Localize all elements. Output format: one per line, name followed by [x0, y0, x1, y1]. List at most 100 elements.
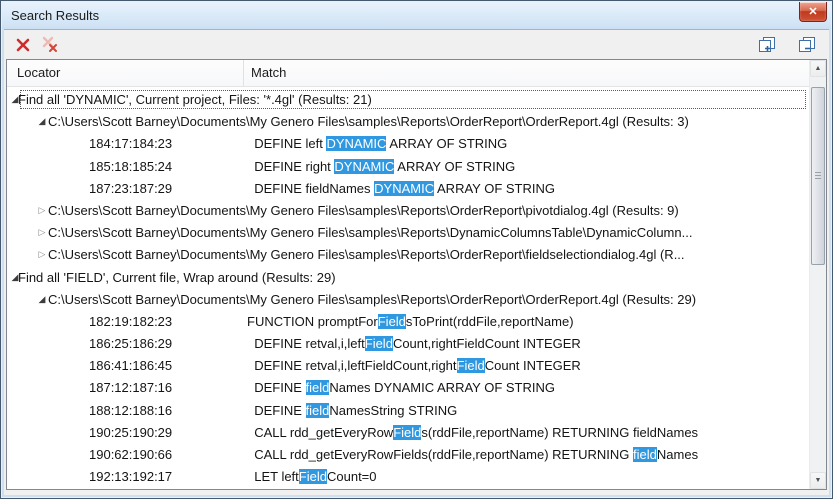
match-text: CALL rdd_getEveryRowFields(rddFile,repor…: [247, 422, 698, 444]
collapse-all-icon: [798, 36, 817, 54]
match-segment: Count=0: [327, 469, 377, 484]
vertical-scrollbar[interactable]: ▲ ▼: [809, 60, 826, 489]
match-segment: CALL rdd_getEveryRow: [247, 425, 393, 440]
collapse-toggle-icon[interactable]: ◢: [36, 289, 48, 311]
result-locator: 186:25:186:29: [89, 333, 172, 355]
expand-toggle-icon[interactable]: ▷: [36, 200, 48, 222]
result-locator: 185:18:185:24: [89, 156, 172, 178]
titlebar[interactable]: Search Results ✕: [2, 2, 831, 29]
scrollbar-track[interactable]: [810, 77, 826, 472]
search-query-label: Find all 'FIELD', Current file, Wrap aro…: [18, 267, 336, 289]
match-row[interactable]: 187:12:187:16 DEFINE fieldNames DYNAMIC …: [7, 377, 809, 399]
match-row[interactable]: 190:62:190:66 CALL rdd_getEveryRowFields…: [7, 444, 809, 466]
match-segment: DEFINE retval,i,left: [247, 336, 365, 351]
scroll-down-arrow-icon: ▼: [815, 477, 822, 484]
match-segment: DEFINE: [247, 403, 306, 418]
match-row[interactable]: 186:41:186:45 DEFINE retval,i,leftFieldC…: [7, 355, 809, 377]
scroll-down-button[interactable]: ▼: [810, 472, 826, 489]
match-highlight: Field: [365, 336, 393, 351]
match-row[interactable]: 182:19:182:23FUNCTION promptForFieldsToP…: [7, 311, 809, 333]
file-path-label: C:\Users\Scott Barney\Documents\My Gener…: [48, 289, 696, 311]
match-row[interactable]: 188:12:188:16 DEFINE fieldNamesString ST…: [7, 400, 809, 422]
match-segment: LET left: [247, 469, 299, 484]
results-tree: ◢Find all 'DYNAMIC', Current project, Fi…: [7, 87, 809, 489]
match-text: FUNCTION promptForFieldsToPrint(rddFile,…: [247, 311, 574, 333]
close-icon: ✕: [808, 5, 817, 18]
red-x-all-icon: [41, 36, 59, 54]
match-text: DEFINE fieldNamesString STRING: [247, 400, 457, 422]
file-path-label: C:\Users\Scott Barney\Documents\My Gener…: [48, 222, 692, 244]
match-row[interactable]: 186:25:186:29 DEFINE retval,i,leftFieldC…: [7, 333, 809, 355]
remove-all-searches-button[interactable]: [38, 33, 62, 57]
match-text: DEFINE left DYNAMIC ARRAY OF STRING: [247, 133, 507, 155]
toolbar: [4, 30, 829, 59]
match-segment: DEFINE left: [247, 136, 326, 151]
scrollbar-thumb[interactable]: [811, 87, 825, 265]
match-row[interactable]: 185:18:185:24 DEFINE right DYNAMIC ARRAY…: [7, 156, 809, 178]
close-button[interactable]: ✕: [799, 2, 827, 22]
match-highlight: field: [633, 447, 657, 462]
result-locator: 186:41:186:45: [89, 355, 172, 377]
result-locator: 192:13:192:17: [89, 466, 172, 488]
result-locator: 187:23:187:29: [89, 178, 172, 200]
match-highlight: DYNAMIC: [374, 181, 434, 196]
match-row[interactable]: 192:13:192:17 LET leftFieldCount=0: [7, 466, 809, 488]
match-row[interactable]: 190:25:190:29 CALL rdd_getEveryRowFields…: [7, 422, 809, 444]
column-header-row: Locator Match: [7, 60, 809, 87]
collapse-all-button[interactable]: [795, 33, 819, 57]
match-row[interactable]: 184:17:184:23 DEFINE left DYNAMIC ARRAY …: [7, 133, 809, 155]
match-highlight: field: [306, 380, 330, 395]
expand-all-button[interactable]: [755, 33, 779, 57]
match-row[interactable]: LET rightFieldCount=0: [7, 488, 809, 489]
file-row[interactable]: ▷C:\Users\Scott Barney\Documents\My Gene…: [7, 200, 809, 222]
match-highlight: Field: [393, 425, 421, 440]
file-row[interactable]: ◢C:\Users\Scott Barney\Documents\My Gene…: [7, 289, 809, 311]
match-highlight: Field: [457, 358, 485, 373]
match-highlight: field: [306, 403, 330, 418]
scroll-up-button[interactable]: ▲: [810, 60, 826, 77]
window-body: Locator Match ◢Find all 'DYNAMIC', Curre…: [4, 29, 829, 495]
result-locator: 184:17:184:23: [89, 133, 172, 155]
scroll-up-arrow-icon: ▲: [815, 65, 822, 72]
match-segment: Count,rightFieldCount INTEGER: [393, 336, 581, 351]
file-row[interactable]: ▷C:\Users\Scott Barney\Documents\My Gene…: [7, 244, 809, 266]
search-row[interactable]: ◢Find all 'FIELD', Current file, Wrap ar…: [7, 267, 809, 289]
file-path-label: C:\Users\Scott Barney\Documents\My Gener…: [48, 111, 689, 133]
expand-all-icon: [758, 36, 777, 54]
file-path-label: C:\Users\Scott Barney\Documents\My Gener…: [48, 244, 685, 266]
match-segment: DEFINE: [247, 380, 306, 395]
match-segment: s(rddFile,reportName) RETURNING fieldNam…: [421, 425, 698, 440]
file-row[interactable]: ◢C:\Users\Scott Barney\Documents\My Gene…: [7, 111, 809, 133]
match-segment: Names DYNAMIC ARRAY OF STRING: [329, 380, 555, 395]
column-header-locator[interactable]: Locator: [17, 60, 60, 86]
expand-toggle-icon[interactable]: ▷: [36, 244, 48, 266]
match-highlight: DYNAMIC: [326, 136, 386, 151]
result-locator: 190:25:190:29: [89, 422, 172, 444]
results-frame: Locator Match ◢Find all 'DYNAMIC', Curre…: [6, 59, 827, 490]
file-row[interactable]: ▷C:\Users\Scott Barney\Documents\My Gene…: [7, 222, 809, 244]
match-text: LET leftFieldCount=0: [247, 466, 377, 488]
collapse-toggle-icon[interactable]: ◢: [36, 111, 48, 133]
match-highlight: Field: [378, 314, 406, 329]
match-segment: ARRAY OF STRING: [434, 181, 555, 196]
match-segment: CALL rdd_getEveryRowFields(rddFile,repor…: [247, 447, 633, 462]
toolbar-right-group: [752, 33, 819, 57]
result-locator: 188:12:188:16: [89, 400, 172, 422]
column-divider[interactable]: [243, 60, 244, 86]
red-x-icon: [15, 37, 31, 53]
file-path-label: C:\Users\Scott Barney\Documents\My Gener…: [48, 200, 679, 222]
column-header-match[interactable]: Match: [251, 60, 286, 86]
match-segment: Names: [657, 447, 698, 462]
expand-toggle-icon[interactable]: ▷: [36, 222, 48, 244]
search-query-label: Find all 'DYNAMIC', Current project, Fil…: [18, 89, 372, 111]
match-segment: DEFINE retval,i,leftFieldCount,right: [247, 358, 457, 373]
match-text: LET rightFieldCount=0: [247, 488, 384, 489]
match-segment: sToPrint(rddFile,reportName): [406, 314, 574, 329]
search-row[interactable]: ◢Find all 'DYNAMIC', Current project, Fi…: [7, 89, 809, 111]
match-highlight: DYNAMIC: [334, 159, 394, 174]
remove-search-button[interactable]: [11, 33, 35, 57]
match-row[interactable]: 187:23:187:29 DEFINE fieldNames DYNAMIC …: [7, 178, 809, 200]
match-text: DEFINE retval,i,leftFieldCount,rightFiel…: [247, 333, 581, 355]
result-locator: 187:12:187:16: [89, 377, 172, 399]
match-segment: NamesString STRING: [329, 403, 457, 418]
